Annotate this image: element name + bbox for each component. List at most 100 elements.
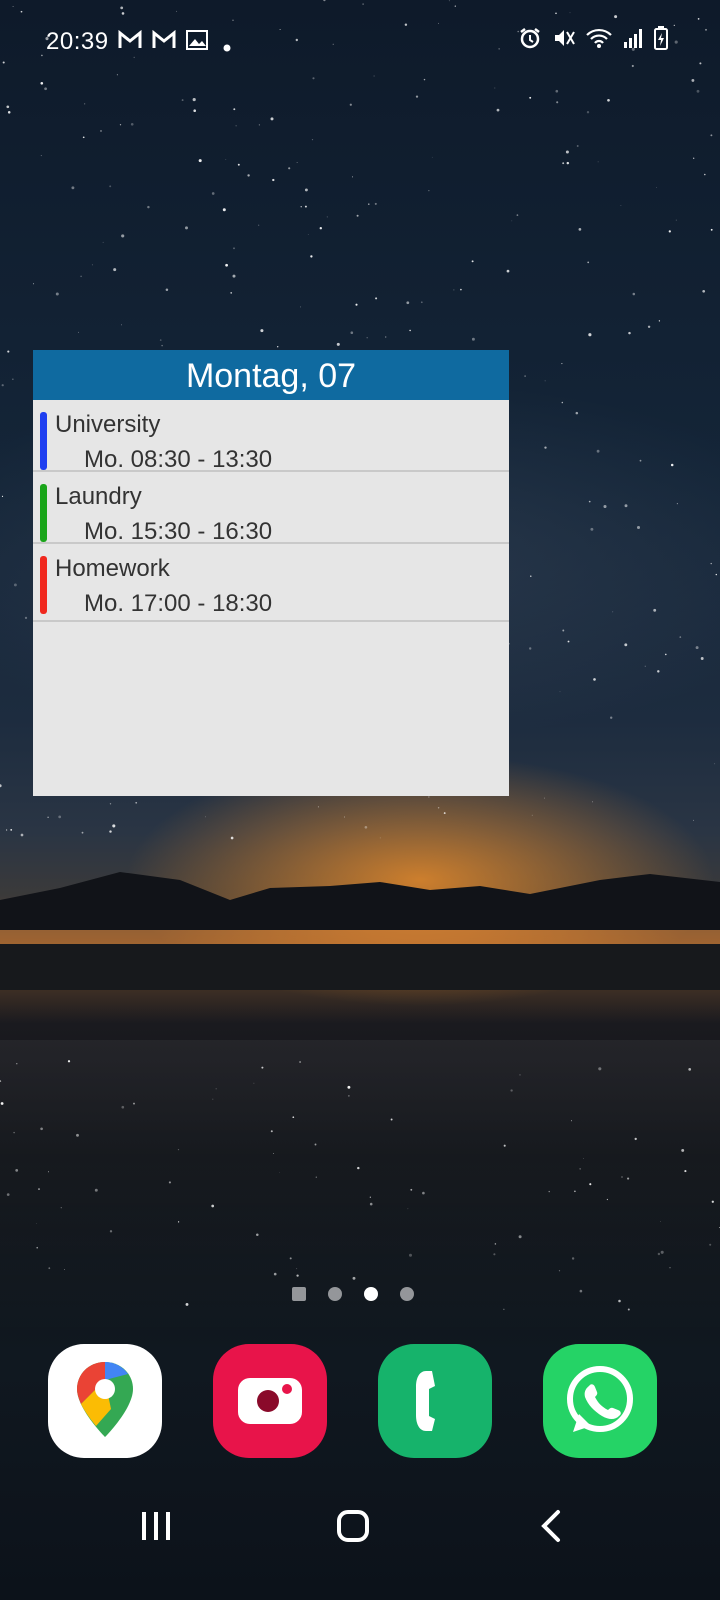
star xyxy=(364,825,368,829)
event-item[interactable]: Homework Mo. 17:00 - 18:30 xyxy=(33,544,509,622)
star xyxy=(428,796,430,798)
star xyxy=(33,283,35,285)
star xyxy=(700,657,704,660)
whatsapp-icon[interactable] xyxy=(543,1344,657,1458)
star xyxy=(668,230,671,233)
star xyxy=(453,289,455,291)
star xyxy=(7,350,10,353)
gmail-icon xyxy=(118,29,142,56)
star xyxy=(326,216,328,218)
event-color-bar xyxy=(40,484,47,542)
star xyxy=(556,101,559,104)
star xyxy=(544,380,546,382)
page-dot-active xyxy=(364,1287,378,1301)
star xyxy=(78,331,80,333)
star xyxy=(647,325,651,329)
star xyxy=(610,716,613,719)
star xyxy=(260,329,264,333)
star xyxy=(657,670,660,673)
star xyxy=(310,255,313,258)
clock: 20:39 xyxy=(46,28,109,55)
star xyxy=(13,583,17,587)
screen-recorder-icon[interactable] xyxy=(213,1344,327,1458)
star xyxy=(277,346,279,348)
star xyxy=(710,562,712,565)
star xyxy=(597,161,599,163)
event-color-bar xyxy=(40,412,47,470)
gallery-icon xyxy=(186,30,208,56)
star xyxy=(336,342,340,346)
page-dot xyxy=(400,1287,414,1301)
star xyxy=(235,125,237,127)
star xyxy=(198,159,202,163)
star xyxy=(375,297,378,300)
star xyxy=(695,646,699,650)
star xyxy=(714,763,716,765)
widget-date-header[interactable]: Montag, 07 xyxy=(33,350,509,400)
home-icon[interactable] xyxy=(323,1506,383,1546)
star xyxy=(81,831,84,834)
page-indicator[interactable] xyxy=(288,1284,428,1304)
phone-icon[interactable] xyxy=(378,1344,492,1458)
star xyxy=(675,219,677,221)
star xyxy=(529,647,532,650)
star xyxy=(205,816,207,818)
star xyxy=(494,87,496,89)
star xyxy=(47,816,49,819)
star xyxy=(644,665,646,667)
status-icons xyxy=(518,26,668,55)
star xyxy=(296,162,298,163)
event-item[interactable]: University Mo. 08:30 - 13:30 xyxy=(33,400,509,473)
star xyxy=(693,819,694,821)
star xyxy=(112,824,116,828)
star xyxy=(355,303,358,306)
star xyxy=(702,289,706,293)
star xyxy=(588,333,592,337)
star xyxy=(587,261,590,264)
star xyxy=(230,836,234,840)
star xyxy=(632,292,636,296)
star xyxy=(193,109,196,112)
star xyxy=(350,331,354,335)
star xyxy=(80,275,82,278)
star xyxy=(237,163,240,166)
event-item[interactable]: Laundry Mo. 15:30 - 16:30 xyxy=(33,472,509,545)
star xyxy=(1,495,4,497)
event-time: Mo. 15:30 - 16:30 xyxy=(84,518,273,545)
star xyxy=(356,214,359,217)
recents-icon[interactable] xyxy=(126,1506,186,1546)
maps-icon[interactable] xyxy=(48,1344,162,1458)
star xyxy=(24,616,28,620)
back-icon[interactable] xyxy=(520,1506,580,1546)
star xyxy=(349,103,352,106)
star xyxy=(304,188,308,192)
star xyxy=(612,611,614,613)
star xyxy=(121,324,122,326)
star xyxy=(307,233,309,235)
star xyxy=(230,292,233,294)
star xyxy=(288,167,291,170)
star xyxy=(506,269,510,273)
star xyxy=(368,203,370,205)
star xyxy=(10,829,13,831)
star xyxy=(272,178,275,182)
star xyxy=(566,161,570,165)
event-title: Homework xyxy=(55,555,170,582)
star xyxy=(704,173,706,176)
star xyxy=(40,155,42,157)
star xyxy=(6,105,10,109)
star xyxy=(620,205,622,206)
star xyxy=(543,797,545,799)
star xyxy=(44,87,47,91)
star xyxy=(130,122,134,126)
star xyxy=(270,117,274,121)
agenda-widget[interactable]: Montag, 07 University Mo. 08:30 - 13:30 … xyxy=(33,350,509,796)
star xyxy=(147,205,150,209)
signal-icon xyxy=(622,26,644,55)
star xyxy=(192,98,196,102)
star xyxy=(524,375,526,377)
wifi-icon xyxy=(586,27,612,54)
star xyxy=(561,401,564,404)
star xyxy=(567,640,570,643)
star xyxy=(300,206,302,208)
